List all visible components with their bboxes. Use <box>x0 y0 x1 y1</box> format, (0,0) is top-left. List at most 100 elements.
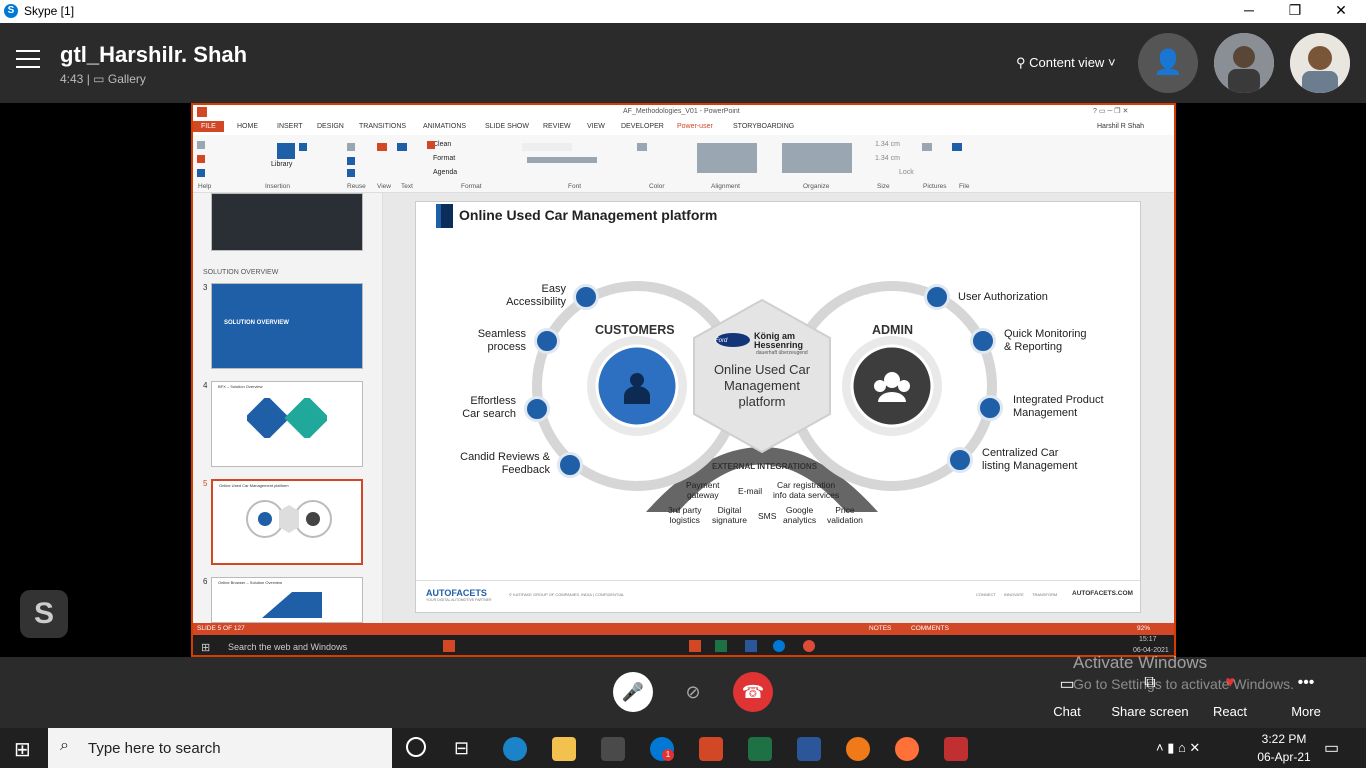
content-view-icon: ⚲ <box>1016 55 1026 70</box>
store-icon[interactable] <box>601 737 625 761</box>
camera-off-icon[interactable]: ⊘ <box>673 672 713 712</box>
tab-review[interactable]: REVIEW <box>543 123 571 130</box>
thumb-title-3: SOLUTION OVERVIEW <box>224 320 289 326</box>
tab-slideshow[interactable]: SLIDE SHOW <box>485 123 529 130</box>
thumb-number-4: 4 <box>203 381 208 390</box>
react-button[interactable]: React <box>1195 704 1265 719</box>
powerpoint-logo-icon <box>197 107 207 117</box>
clock-date[interactable]: 06-Apr-21 <box>1254 750 1314 764</box>
clock-time[interactable]: 3:22 PM <box>1254 732 1314 746</box>
inner-powerpoint-icon <box>689 640 701 652</box>
process-gear-icon <box>534 328 560 354</box>
tab-view[interactable]: VIEW <box>587 123 605 130</box>
ppt-status-bar: SLIDE 5 OF 127 NOTES COMMENTS 92% <box>193 623 1174 635</box>
thumb-slide-2[interactable] <box>211 193 363 251</box>
ext-email: E-mail <box>738 486 763 496</box>
customers-label: CUSTOMERS <box>595 323 675 337</box>
file-explorer-icon[interactable] <box>552 737 576 761</box>
content-view-dropdown[interactable]: ⚲ Content view ˅ <box>1016 55 1116 71</box>
ext-car-registration: Car registration info data services <box>773 480 840 500</box>
add-people-icon[interactable]: 👤 <box>1138 33 1198 93</box>
ford-logo: Ford <box>715 338 728 344</box>
call-separator: | <box>86 72 90 86</box>
restore-button[interactable]: ❐ <box>1280 2 1310 20</box>
more-button[interactable]: More <box>1271 704 1341 719</box>
firefox-icon[interactable] <box>895 737 919 761</box>
thumb-section-label: SOLUTION OVERVIEW <box>203 269 279 276</box>
right-item-1: User Authorization <box>958 291 1048 303</box>
ext-digital-signature: Digital signature <box>712 505 747 525</box>
thumb-number-6: 6 <box>203 577 208 586</box>
ppt-doc-title: AF_Methodologies_V01 - PowerPoint <box>623 108 740 115</box>
system-tray-icons[interactable]: ˄ ▮ ⌂ ✕ <box>1156 740 1200 756</box>
excel-taskbar-icon[interactable] <box>748 737 772 761</box>
notes-button[interactable]: NOTES <box>869 625 891 632</box>
windows-start-icon[interactable]: ⊞ <box>14 737 31 762</box>
slide-thumbnails-panel: SOLUTION OVERVIEW 3 SOLUTION OVERVIEW 4 … <box>193 193 383 623</box>
tab-power-user[interactable]: Power-user <box>677 123 713 130</box>
skype-logo-icon: S <box>4 4 18 18</box>
hang-up-icon[interactable]: ☎ <box>733 672 773 712</box>
hamburger-menu-icon[interactable] <box>16 50 40 70</box>
zoom-level[interactable]: 92% <box>1137 625 1150 632</box>
inner-skype-icon <box>773 640 785 652</box>
ppt-window-controls[interactable]: ? ▭ ─ ❐ ✕ <box>1093 107 1128 115</box>
powerpoint-taskbar-icon[interactable] <box>699 737 723 761</box>
participant-avatar-2[interactable] <box>1290 33 1350 93</box>
edge-icon[interactable] <box>503 737 527 761</box>
skype-notification-badge: 1 <box>662 749 674 761</box>
external-integrations-title: EXTERNAL INTEGRATIONS <box>712 462 818 471</box>
call-layout[interactable]: Gallery <box>108 72 146 86</box>
brand-line-2: Hessenring <box>754 340 804 350</box>
microphone-icon[interactable]: 🎤 <box>613 672 653 712</box>
slide-counter: SLIDE 5 OF 127 <box>197 625 245 632</box>
tab-design[interactable]: DESIGN <box>317 123 344 130</box>
tab-storyboarding[interactable]: STORYBOARDING <box>733 123 794 130</box>
window-title-bar: S Skype [1] ─ ❐ ✕ <box>0 0 1366 23</box>
left-item-1: Easy Accessibility <box>506 283 566 308</box>
notifications-icon[interactable]: ▭ <box>1324 738 1339 758</box>
inner-excel-icon <box>715 640 727 652</box>
thumb-slide-6[interactable]: Online Browser – Solution Overview <box>211 577 363 623</box>
skype-watermark-icon: S <box>20 590 68 638</box>
chat-button[interactable]: Chat <box>1032 704 1102 719</box>
tab-developer[interactable]: DEVELOPER <box>621 123 664 130</box>
thumb-slide-5-selected[interactable]: Online Used Car Management platform <box>211 479 363 565</box>
user-authorization-icon <box>924 284 950 310</box>
tab-transitions[interactable]: TRANSITIONS <box>359 123 406 130</box>
activate-windows-title: Activate Windows <box>1073 653 1208 672</box>
content-view-label: Content view <box>1029 55 1105 70</box>
center-platform-text: Online Used Car Management platform <box>713 362 811 409</box>
ppt-title-bar: AF_Methodologies_V01 - PowerPoint ? ▭ ─ … <box>193 105 1174 121</box>
tab-home[interactable]: HOME <box>237 123 258 130</box>
accessibility-icon <box>573 284 599 310</box>
minimize-button[interactable]: ─ <box>1234 2 1264 20</box>
tab-animations[interactable]: ANIMATIONS <box>423 123 466 130</box>
search-placeholder: Type here to search <box>88 740 221 757</box>
search-icon: ⌕ <box>60 737 69 754</box>
ext-price-validation: Price validation <box>827 505 863 525</box>
group-organize: Organize <box>803 183 830 190</box>
cortana-icon[interactable] <box>406 737 426 757</box>
word-taskbar-icon[interactable] <box>797 737 821 761</box>
thumb-slide-3[interactable]: SOLUTION OVERVIEW <box>211 283 363 369</box>
footer-divider <box>416 580 1140 581</box>
thumb-title-4: BFX – Solution Overview <box>218 384 263 389</box>
tab-insert[interactable]: INSERT <box>277 123 303 130</box>
tab-file[interactable]: FILE <box>193 121 224 132</box>
thumb-title-6: Online Browser – Solution Overview <box>218 580 283 585</box>
comments-button[interactable]: COMMENTS <box>911 625 949 632</box>
participant-avatar-1[interactable] <box>1214 33 1274 93</box>
thumb-slide-4[interactable]: BFX – Solution Overview <box>211 381 363 467</box>
call-participant-name: gtl_Harshilr. Shah <box>60 42 248 67</box>
left-item-2: Seamless process <box>477 328 526 353</box>
close-button[interactable]: ✕ <box>1326 2 1356 20</box>
share-screen-button[interactable]: Share screen <box>1106 704 1194 719</box>
right-item-4: Centralized Car listing Management <box>982 447 1078 472</box>
right-item-3: Integrated Product Management <box>1013 394 1104 419</box>
app-flame-icon[interactable] <box>846 737 870 761</box>
thumb-number-3: 3 <box>203 283 208 292</box>
taskbar-search-box[interactable]: ⌕ Type here to search <box>48 728 392 768</box>
snipping-tool-icon[interactable] <box>944 737 968 761</box>
task-view-icon[interactable]: ⊟ <box>454 738 469 759</box>
